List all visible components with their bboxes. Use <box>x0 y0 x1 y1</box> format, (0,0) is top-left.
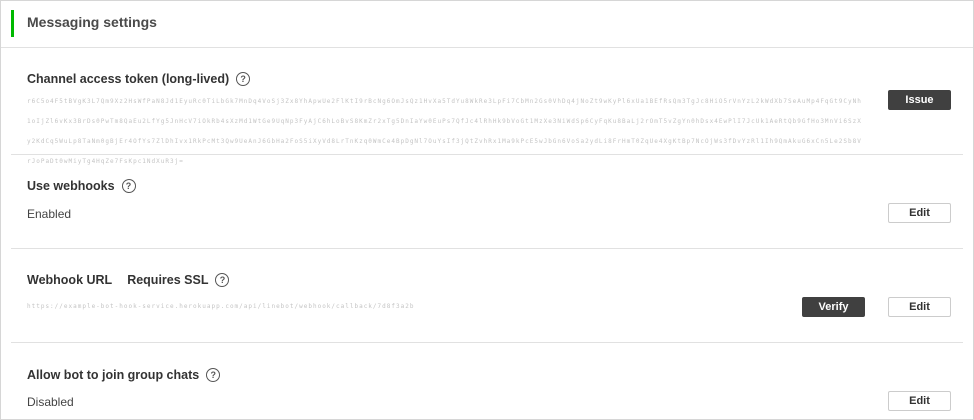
settings-panel: Messaging settings Channel access token … <box>0 0 974 420</box>
channel-token-label-row: Channel access token (long-lived) ? <box>27 72 251 86</box>
help-icon[interactable]: ? <box>121 179 136 193</box>
help-icon[interactable]: ? <box>215 273 230 287</box>
webhook-url-edit-button[interactable]: Edit <box>888 297 951 317</box>
webhooks-section: Use webhooks ? Enabled Edit <box>11 155 963 249</box>
help-icon[interactable]: ? <box>206 368 221 382</box>
group-chats-label: Allow bot to join group chats <box>27 368 200 382</box>
page-title: Messaging settings <box>27 14 157 30</box>
group-chats-section: Allow bot to join group chats ? Disabled… <box>11 343 963 419</box>
webhooks-label-row: Use webhooks ? <box>27 179 136 193</box>
issue-button[interactable]: Issue <box>888 90 951 110</box>
verify-button[interactable]: Verify <box>802 297 865 317</box>
channel-token-section: Channel access token (long-lived) ? r6C5… <box>11 48 963 165</box>
panel-header: Messaging settings <box>1 1 973 48</box>
requires-ssl-label: Requires SSL <box>127 273 209 287</box>
help-icon[interactable]: ? <box>236 72 251 86</box>
webhook-url-section: Webhook URL Requires SSL ? https://examp… <box>11 249 963 343</box>
webhooks-edit-button[interactable]: Edit <box>888 203 951 223</box>
group-chats-label-row: Allow bot to join group chats ? <box>27 368 221 382</box>
webhook-url-value: https://example-bot-hook-service.herokua… <box>27 303 415 310</box>
webhook-url-label-row: Webhook URL Requires SSL ? <box>27 273 230 287</box>
group-chats-edit-button[interactable]: Edit <box>888 391 951 411</box>
channel-token-label: Channel access token (long-lived) <box>27 72 230 86</box>
accent-bar <box>11 10 14 37</box>
group-chats-status: Disabled <box>27 395 74 409</box>
webhook-url-label: Webhook URL <box>27 273 113 287</box>
webhooks-label: Use webhooks <box>27 179 115 193</box>
webhooks-status: Enabled <box>27 207 72 221</box>
